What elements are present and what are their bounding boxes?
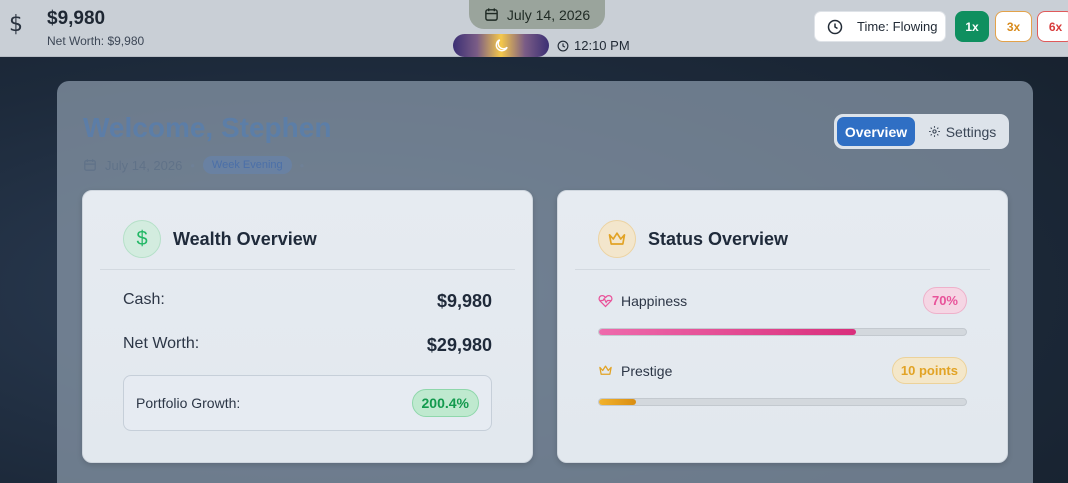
separator-dot: •: [190, 157, 195, 173]
time-of-day-badge: Week Evening: [202, 156, 292, 174]
tab-overview[interactable]: Overview: [837, 117, 915, 146]
date-display: July 14, 2026: [469, 0, 605, 29]
net-worth-value: $29,980: [426, 335, 492, 355]
portfolio-growth-box: Portfolio Growth: 200.4%: [123, 375, 492, 431]
welcome-date: July 14, 2026: [105, 157, 183, 173]
status-card-header: Status Overview: [598, 220, 788, 258]
cash-label: Cash:: [123, 291, 165, 308]
happiness-row: Happiness 70%: [598, 287, 967, 314]
wealth-card-title: Wealth Overview: [173, 228, 317, 249]
prestige-bar: [598, 398, 967, 406]
wealth-card-header: $ Wealth Overview: [123, 220, 317, 258]
speed-3x-button[interactable]: 3x: [995, 11, 1032, 42]
welcome-heading: Welcome, Stephen: [83, 112, 332, 143]
time-mode-label: Time: Flowing: [857, 19, 938, 34]
speed-6x-button[interactable]: 6x: [1037, 11, 1068, 42]
cash-value: $9,980: [436, 291, 492, 311]
moon-icon: [495, 39, 508, 52]
happiness-bar-fill: [599, 329, 856, 335]
portfolio-growth-label: Portfolio Growth:: [136, 395, 241, 411]
speed-1x-button[interactable]: 1x: [955, 11, 989, 42]
time-text: 12:10 PM: [574, 38, 630, 53]
tab-settings-label: Settings: [945, 123, 997, 140]
calendar-icon: [84, 159, 96, 171]
net-worth-row: Net Worth: $29,980: [123, 335, 492, 356]
dollar-icon: $: [123, 220, 161, 258]
cash-row: Cash: $9,980: [123, 291, 492, 312]
clock-icon: [557, 40, 569, 51]
top-bar: $ $9,980 Net Worth: $9,980 July 14, 2026…: [0, 0, 1068, 57]
day-cycle-indicator: [453, 34, 549, 57]
net-worth-summary: Net Worth: $9,980: [47, 34, 145, 48]
happiness-label: Happiness: [621, 292, 688, 309]
welcome-meta: July 14, 2026 • Week Evening •: [83, 156, 304, 174]
clock-display: 12:10 PM: [557, 38, 630, 53]
prestige-bar-fill: [599, 399, 636, 405]
time-mode-button[interactable]: Time: Flowing: [814, 11, 946, 42]
separator-dot: •: [299, 157, 305, 173]
wealth-overview-card: $ Wealth Overview Cash: $9,980 Net Worth…: [82, 190, 533, 463]
calendar-icon: [485, 8, 498, 21]
date-text: July 14, 2026: [506, 6, 591, 23]
gear-icon: [928, 126, 940, 137]
clock-icon: [827, 19, 843, 34]
prestige-label-group: Prestige: [598, 363, 672, 379]
net-worth-label: Net Worth:: [123, 335, 200, 352]
crown-icon: [598, 220, 636, 258]
status-card-title: Status Overview: [648, 228, 789, 249]
dollar-icon: $: [9, 12, 23, 37]
divider: [575, 269, 990, 270]
prestige-label: Prestige: [621, 362, 673, 379]
status-overview-card: Status Overview Happiness 70% Prestige 1…: [557, 190, 1008, 463]
prestige-badge: 10 points: [891, 357, 967, 384]
tab-settings[interactable]: Settings: [919, 117, 1005, 146]
view-tabs: Overview Settings: [834, 114, 1009, 149]
heart-pulse-icon: [598, 294, 613, 308]
portfolio-growth-badge: 200.4%: [411, 389, 479, 417]
happiness-label-group: Happiness: [598, 293, 687, 309]
crown-icon: [599, 365, 612, 375]
divider: [100, 269, 515, 270]
happiness-bar: [598, 328, 967, 336]
happiness-badge: 70%: [922, 287, 967, 314]
prestige-row: Prestige 10 points: [598, 357, 967, 384]
cash-amount: $9,980: [47, 8, 106, 29]
